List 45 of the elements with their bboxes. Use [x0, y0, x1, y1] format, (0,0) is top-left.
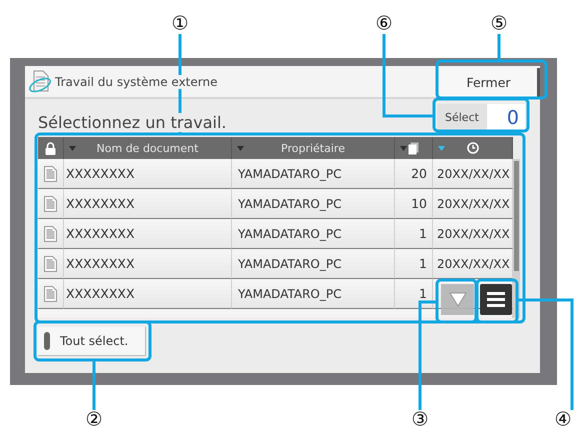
copies-cell[interactable]: 20: [395, 159, 433, 189]
document-name-cell[interactable]: XXXXXXXX: [64, 189, 232, 219]
document-icon: [44, 166, 57, 182]
lock-icon: [45, 142, 56, 154]
owner-cell[interactable]: YAMADATARO_PC: [232, 249, 395, 279]
owner-cell[interactable]: YAMADATARO_PC: [232, 189, 395, 219]
document-name-cell[interactable]: XXXXXXXX: [64, 159, 232, 189]
instruction-text: Sélectionnez un travail.: [38, 113, 226, 132]
document-icon: [44, 196, 57, 212]
date-cell[interactable]: 20XX/XX/XX: [433, 189, 513, 219]
clock-icon: [466, 142, 478, 154]
owner-cell[interactable]: YAMADATARO_PC: [232, 159, 395, 189]
pages-icon: [408, 142, 419, 154]
sort-caret-icon[interactable]: [237, 146, 244, 151]
owner-cell[interactable]: YAMADATARO_PC: [232, 279, 395, 309]
counter-value: 0: [506, 106, 520, 128]
sort-caret-icon[interactable]: [438, 146, 445, 151]
document-name-cell[interactable]: XXXXXXXX: [64, 279, 232, 309]
window-title: Travail du système externe: [55, 74, 218, 88]
copies-cell[interactable]: 1: [395, 279, 433, 309]
owner-cell[interactable]: YAMADATARO_PC: [232, 219, 395, 249]
copies-cell[interactable]: 10: [395, 189, 433, 219]
select-all-button[interactable]: Tout sélect.: [38, 327, 146, 356]
document-icon: [44, 256, 57, 272]
callout-number: ④: [554, 410, 572, 427]
sort-caret-icon[interactable]: [400, 146, 407, 151]
document-name-cell[interactable]: XXXXXXXX: [64, 249, 232, 279]
callout-number: ③: [411, 410, 429, 427]
menu-icon: [487, 292, 505, 307]
date-cell[interactable]: 20XX/XX/XX: [433, 159, 513, 189]
date-cell[interactable]: 20XX/XX/XX: [433, 249, 513, 279]
sort-caret-icon[interactable]: [69, 146, 76, 151]
document-icon: [44, 226, 57, 242]
leader-line: [92, 360, 96, 410]
document-name-cell[interactable]: XXXXXXXX: [64, 219, 232, 249]
callout-number: ②: [85, 410, 103, 427]
copies-cell[interactable]: 1: [395, 219, 433, 249]
date-cell[interactable]: 20XX/XX/XX: [433, 219, 513, 249]
scroll-down-button[interactable]: [441, 284, 474, 315]
down-triangle-icon: [448, 292, 466, 307]
document-icon: [44, 286, 57, 302]
counter-label: Sélect: [437, 104, 487, 131]
menu-button[interactable]: [480, 284, 512, 315]
copies-cell[interactable]: 1: [395, 249, 433, 279]
leader-line: [498, 34, 500, 61]
